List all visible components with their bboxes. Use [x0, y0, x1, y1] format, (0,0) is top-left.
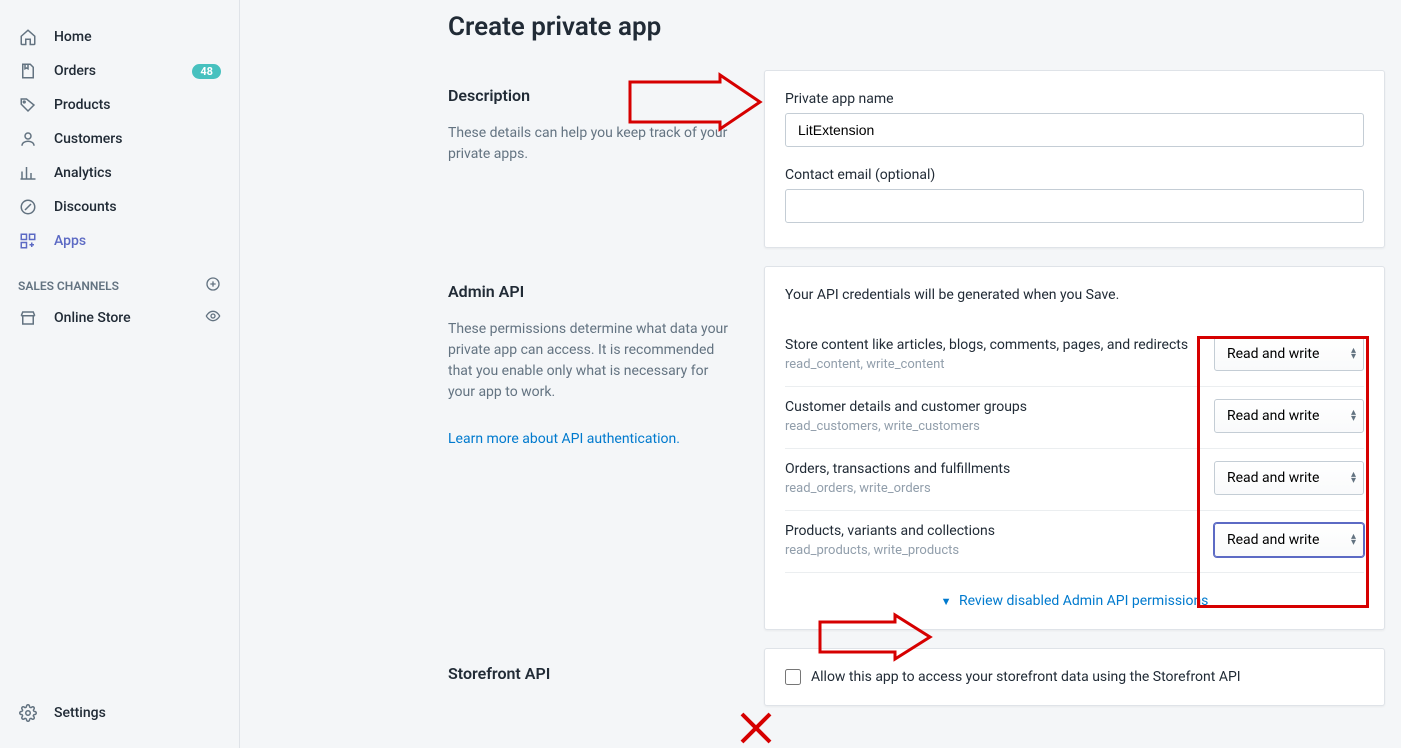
- channels-list: Online Store: [0, 301, 239, 335]
- nav-label: Products: [54, 97, 221, 113]
- perm-meta: read_content, write_content: [785, 357, 1188, 372]
- api-credentials-note: Your API credentials will be generated w…: [785, 287, 1364, 303]
- perm-row-orders: Orders, transactions and fulfillments re…: [785, 449, 1364, 511]
- nav-label: Customers: [54, 131, 221, 147]
- nav-analytics[interactable]: Analytics: [8, 156, 231, 190]
- admin-api-section: Admin API These permissions determine wh…: [440, 266, 1385, 630]
- perm-title: Store content like articles, blogs, comm…: [785, 337, 1188, 353]
- review-link-text: Review disabled Admin API permissions: [959, 593, 1208, 609]
- nav-label: Home: [54, 29, 221, 45]
- nav-customers[interactable]: Customers: [8, 122, 231, 156]
- page-title: Create private app: [448, 12, 1385, 42]
- nav-label: Orders: [54, 63, 192, 79]
- perm-meta: read_customers, write_customers: [785, 419, 1027, 434]
- learn-more-link[interactable]: Learn more about API authentication.: [448, 431, 680, 447]
- admin-api-card: Your API credentials will be generated w…: [764, 266, 1385, 630]
- storefront-checkbox[interactable]: [785, 669, 801, 685]
- nav-label: Settings: [54, 705, 221, 721]
- add-channel-icon[interactable]: [205, 276, 221, 295]
- sidebar: Home Orders 48 Products Customers: [0, 0, 240, 748]
- admin-api-helper: These permissions determine what data yo…: [448, 319, 732, 403]
- triangle-down-icon: ▼: [941, 595, 952, 608]
- sales-channels-heading: SALES CHANNELS: [0, 258, 239, 301]
- nav-online-store[interactable]: Online Store: [8, 301, 231, 335]
- nav-settings[interactable]: Settings: [8, 696, 231, 730]
- customers-icon: [18, 129, 38, 149]
- nav-label: Discounts: [54, 199, 221, 215]
- nav-products[interactable]: Products: [8, 88, 231, 122]
- main-content: Create private app Description These det…: [240, 0, 1401, 748]
- nav-orders[interactable]: Orders 48: [8, 54, 231, 88]
- storefront-api-section: Storefront API Allow this app to access …: [440, 648, 1385, 706]
- perm-meta: read_orders, write_orders: [785, 481, 1010, 496]
- nav-label: Apps: [54, 233, 221, 249]
- orders-badge: 48: [192, 64, 221, 79]
- perm-title: Customer details and customer groups: [785, 399, 1027, 415]
- nav-apps[interactable]: Apps: [8, 224, 231, 258]
- channels-label: SALES CHANNELS: [18, 279, 119, 293]
- description-helper: These details can help you keep track of…: [448, 123, 732, 165]
- products-icon: [18, 95, 38, 115]
- contact-email-label: Contact email (optional): [785, 167, 1364, 183]
- admin-api-heading: Admin API: [448, 282, 732, 301]
- perm-row-customers: Customer details and customer groups rea…: [785, 387, 1364, 449]
- apps-icon: [18, 231, 38, 251]
- perm-row-products: Products, variants and collections read_…: [785, 511, 1364, 573]
- perm-select-content[interactable]: Read and write: [1214, 337, 1364, 371]
- settings-icon: [18, 703, 38, 723]
- perm-select-products[interactable]: Read and write: [1214, 523, 1364, 557]
- perm-title: Products, variants and collections: [785, 523, 995, 539]
- storefront-checkbox-row[interactable]: Allow this app to access your storefront…: [785, 669, 1364, 685]
- analytics-icon: [18, 163, 38, 183]
- perm-select-customers[interactable]: Read and write: [1214, 399, 1364, 433]
- perm-meta: read_products, write_products: [785, 543, 995, 558]
- storefront-api-card: Allow this app to access your storefront…: [764, 648, 1385, 706]
- storefront-checkbox-label: Allow this app to access your storefront…: [811, 669, 1241, 685]
- discounts-icon: [18, 197, 38, 217]
- description-card: Private app name Contact email (optional…: [764, 70, 1385, 248]
- nav-discounts[interactable]: Discounts: [8, 190, 231, 224]
- nav-list: Home Orders 48 Products Customers: [0, 20, 239, 258]
- storefront-api-heading: Storefront API: [448, 664, 732, 683]
- home-icon: [18, 27, 38, 47]
- contact-email-input[interactable]: [785, 189, 1364, 223]
- online-store-icon: [18, 308, 38, 328]
- review-permissions-link[interactable]: ▼ Review disabled Admin API permissions: [941, 593, 1209, 609]
- app-name-label: Private app name: [785, 91, 1364, 107]
- nav-label: Analytics: [54, 165, 221, 181]
- perm-select-orders[interactable]: Read and write: [1214, 461, 1364, 495]
- nav-label: Online Store: [54, 310, 205, 326]
- orders-icon: [18, 61, 38, 81]
- perm-row-content: Store content like articles, blogs, comm…: [785, 325, 1364, 387]
- perm-title: Orders, transactions and fulfillments: [785, 461, 1010, 477]
- app-name-input[interactable]: [785, 113, 1364, 147]
- nav-home[interactable]: Home: [8, 20, 231, 54]
- description-heading: Description: [448, 86, 732, 105]
- description-section: Description These details can help you k…: [440, 70, 1385, 248]
- view-store-icon[interactable]: [205, 308, 221, 328]
